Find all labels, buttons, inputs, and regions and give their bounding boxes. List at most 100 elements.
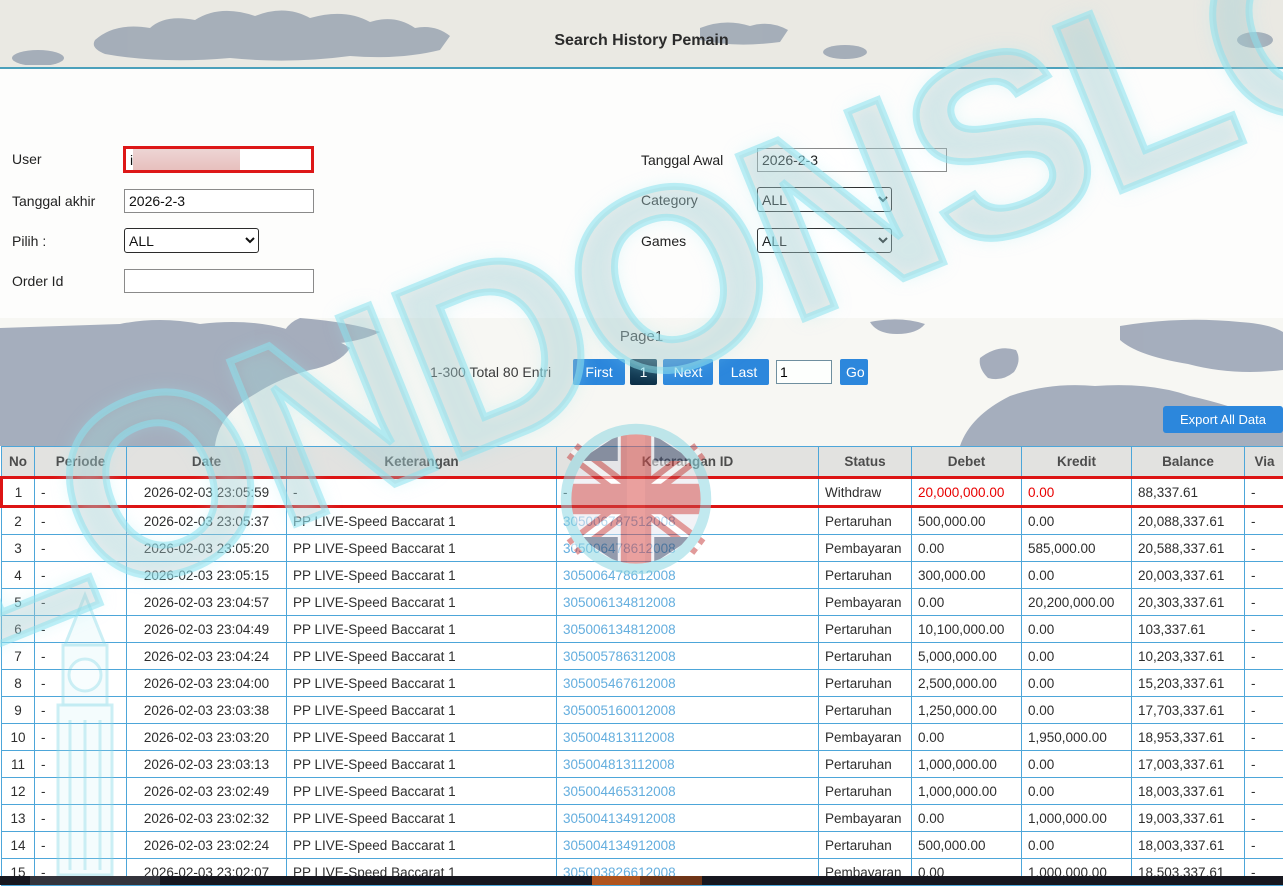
cell-keterangan_id: 305005467612008 — [557, 670, 819, 697]
cell-status: Pertaruhan — [819, 616, 912, 643]
cell-no: 5 — [2, 589, 35, 616]
next-page-button[interactable]: Next — [663, 359, 713, 385]
cell-status: Pertaruhan — [819, 562, 912, 589]
cell-kredit: 0.00 — [1022, 778, 1132, 805]
bottom-strip-segment — [640, 876, 702, 885]
games-label: Games — [641, 233, 686, 249]
keterangan-id-link[interactable]: 305004465312008 — [563, 784, 676, 799]
page-title: Search History Pemain — [0, 32, 1283, 50]
keterangan-id-link[interactable]: 305006478612008 — [563, 541, 676, 556]
history-table-wrap: NoPeriodeDateKeteranganKeterangan IDStat… — [0, 446, 1283, 886]
cell-no: 9 — [2, 697, 35, 724]
cell-date: 2026-02-03 23:05:59 — [127, 478, 287, 507]
column-header-keterangan: Keterangan — [287, 447, 557, 478]
table-row: 11-2026-02-03 23:03:13PP LIVE-Speed Bacc… — [2, 751, 1283, 778]
cell-date: 2026-02-03 23:03:20 — [127, 724, 287, 751]
bottom-strip-segment — [30, 876, 160, 885]
cell-keterangan: PP LIVE-Speed Baccarat 1 — [287, 643, 557, 670]
cell-date: 2026-02-03 23:04:24 — [127, 643, 287, 670]
cell-debet: 1,250,000.00 — [912, 697, 1022, 724]
tanggal-awal-input[interactable] — [757, 148, 947, 172]
cell-periode: - — [35, 778, 127, 805]
first-page-button[interactable]: First — [573, 359, 625, 385]
cell-keterangan: PP LIVE-Speed Baccarat 1 — [287, 697, 557, 724]
keterangan-id-link[interactable]: 305005786312008 — [563, 649, 676, 664]
cell-via: - — [1245, 778, 1283, 805]
cell-status: Pertaruhan — [819, 778, 912, 805]
order-id-input[interactable] — [124, 269, 314, 293]
cell-keterangan_id: 305004813112008 — [557, 751, 819, 778]
games-select[interactable]: ALL — [757, 228, 892, 253]
cell-debet: 0.00 — [912, 589, 1022, 616]
cell-balance: 20,003,337.61 — [1132, 562, 1245, 589]
cell-via: - — [1245, 670, 1283, 697]
keterangan-id-link[interactable]: 305004134912008 — [563, 838, 676, 853]
cell-kredit: 1,000,000.00 — [1022, 805, 1132, 832]
cell-periode: - — [35, 535, 127, 562]
cell-periode: - — [35, 589, 127, 616]
keterangan-id-link[interactable]: 305005467612008 — [563, 676, 676, 691]
cell-balance: 17,703,337.61 — [1132, 697, 1245, 724]
cell-keterangan_id: 305006787512008 — [557, 507, 819, 535]
cell-date: 2026-02-03 23:02:32 — [127, 805, 287, 832]
keterangan-id-link[interactable]: 305006478612008 — [563, 568, 676, 583]
cell-periode: - — [35, 805, 127, 832]
cell-date: 2026-02-03 23:03:13 — [127, 751, 287, 778]
cell-kredit: 0.00 — [1022, 832, 1132, 859]
cell-via: - — [1245, 589, 1283, 616]
table-header-row: NoPeriodeDateKeteranganKeterangan IDStat… — [2, 447, 1283, 478]
top-header-band: Search History Pemain — [0, 0, 1283, 69]
keterangan-id-link[interactable]: 305004813112008 — [563, 757, 675, 772]
cell-via: - — [1245, 616, 1283, 643]
table-row: 8-2026-02-03 23:04:00PP LIVE-Speed Bacca… — [2, 670, 1283, 697]
cell-date: 2026-02-03 23:05:20 — [127, 535, 287, 562]
cell-status: Pembayaran — [819, 724, 912, 751]
page-number-input[interactable] — [776, 360, 832, 384]
tanggal-akhir-input[interactable] — [124, 189, 314, 213]
keterangan-id-link[interactable]: 305006134812008 — [563, 622, 676, 637]
table-row: 5-2026-02-03 23:04:57PP LIVE-Speed Bacca… — [2, 589, 1283, 616]
keterangan-id-link[interactable]: 305004134912008 — [563, 811, 676, 826]
pilih-select[interactable]: ALL — [124, 228, 259, 253]
cell-periode: - — [35, 832, 127, 859]
export-all-data-button[interactable]: Export All Data — [1163, 406, 1283, 433]
cell-keterangan_id: - — [557, 478, 819, 507]
cell-balance: 20,303,337.61 — [1132, 589, 1245, 616]
table-row: 4-2026-02-03 23:05:15PP LIVE-Speed Bacca… — [2, 562, 1283, 589]
cell-kredit: 0.00 — [1022, 643, 1132, 670]
cell-no: 2 — [2, 507, 35, 535]
table-row: 3-2026-02-03 23:05:20PP LIVE-Speed Bacca… — [2, 535, 1283, 562]
page-indicator: Page1 — [0, 328, 1283, 345]
cell-keterangan: PP LIVE-Speed Baccarat 1 — [287, 832, 557, 859]
cell-kredit: 1,950,000.00 — [1022, 724, 1132, 751]
column-header-periode: Periode — [35, 447, 127, 478]
cell-via: - — [1245, 805, 1283, 832]
cell-via: - — [1245, 478, 1283, 507]
cell-balance: 10,203,337.61 — [1132, 643, 1245, 670]
cell-kredit: 0.00 — [1022, 751, 1132, 778]
keterangan-id-link[interactable]: 305004813112008 — [563, 730, 675, 745]
table-row: 2-2026-02-03 23:05:37PP LIVE-Speed Bacca… — [2, 507, 1283, 535]
column-header-no: No — [2, 447, 35, 478]
cell-debet: 10,100,000.00 — [912, 616, 1022, 643]
keterangan-id-link[interactable]: 305005160012008 — [563, 703, 676, 718]
cell-date: 2026-02-03 23:03:38 — [127, 697, 287, 724]
go-button[interactable]: Go — [840, 359, 868, 385]
cell-status: Pertaruhan — [819, 670, 912, 697]
cell-debet: 1,000,000.00 — [912, 778, 1022, 805]
keterangan-id-link[interactable]: 305006134812008 — [563, 595, 676, 610]
cell-no: 1 — [2, 478, 35, 507]
cell-debet: 0.00 — [912, 805, 1022, 832]
keterangan-id-link[interactable]: 305006787512008 — [563, 514, 676, 529]
last-page-button[interactable]: Last — [719, 359, 769, 385]
cell-balance: 19,003,337.61 — [1132, 805, 1245, 832]
cell-kredit: 0.00 — [1022, 478, 1132, 507]
cell-no: 10 — [2, 724, 35, 751]
cell-keterangan_id: 305004813112008 — [557, 724, 819, 751]
category-select[interactable]: ALL — [757, 187, 892, 212]
history-table: NoPeriodeDateKeteranganKeterangan IDStat… — [0, 446, 1283, 886]
column-header-via: Via — [1245, 447, 1283, 478]
cell-periode: - — [35, 697, 127, 724]
redaction-overlay — [133, 149, 240, 170]
cell-debet: 2,500,000.00 — [912, 670, 1022, 697]
